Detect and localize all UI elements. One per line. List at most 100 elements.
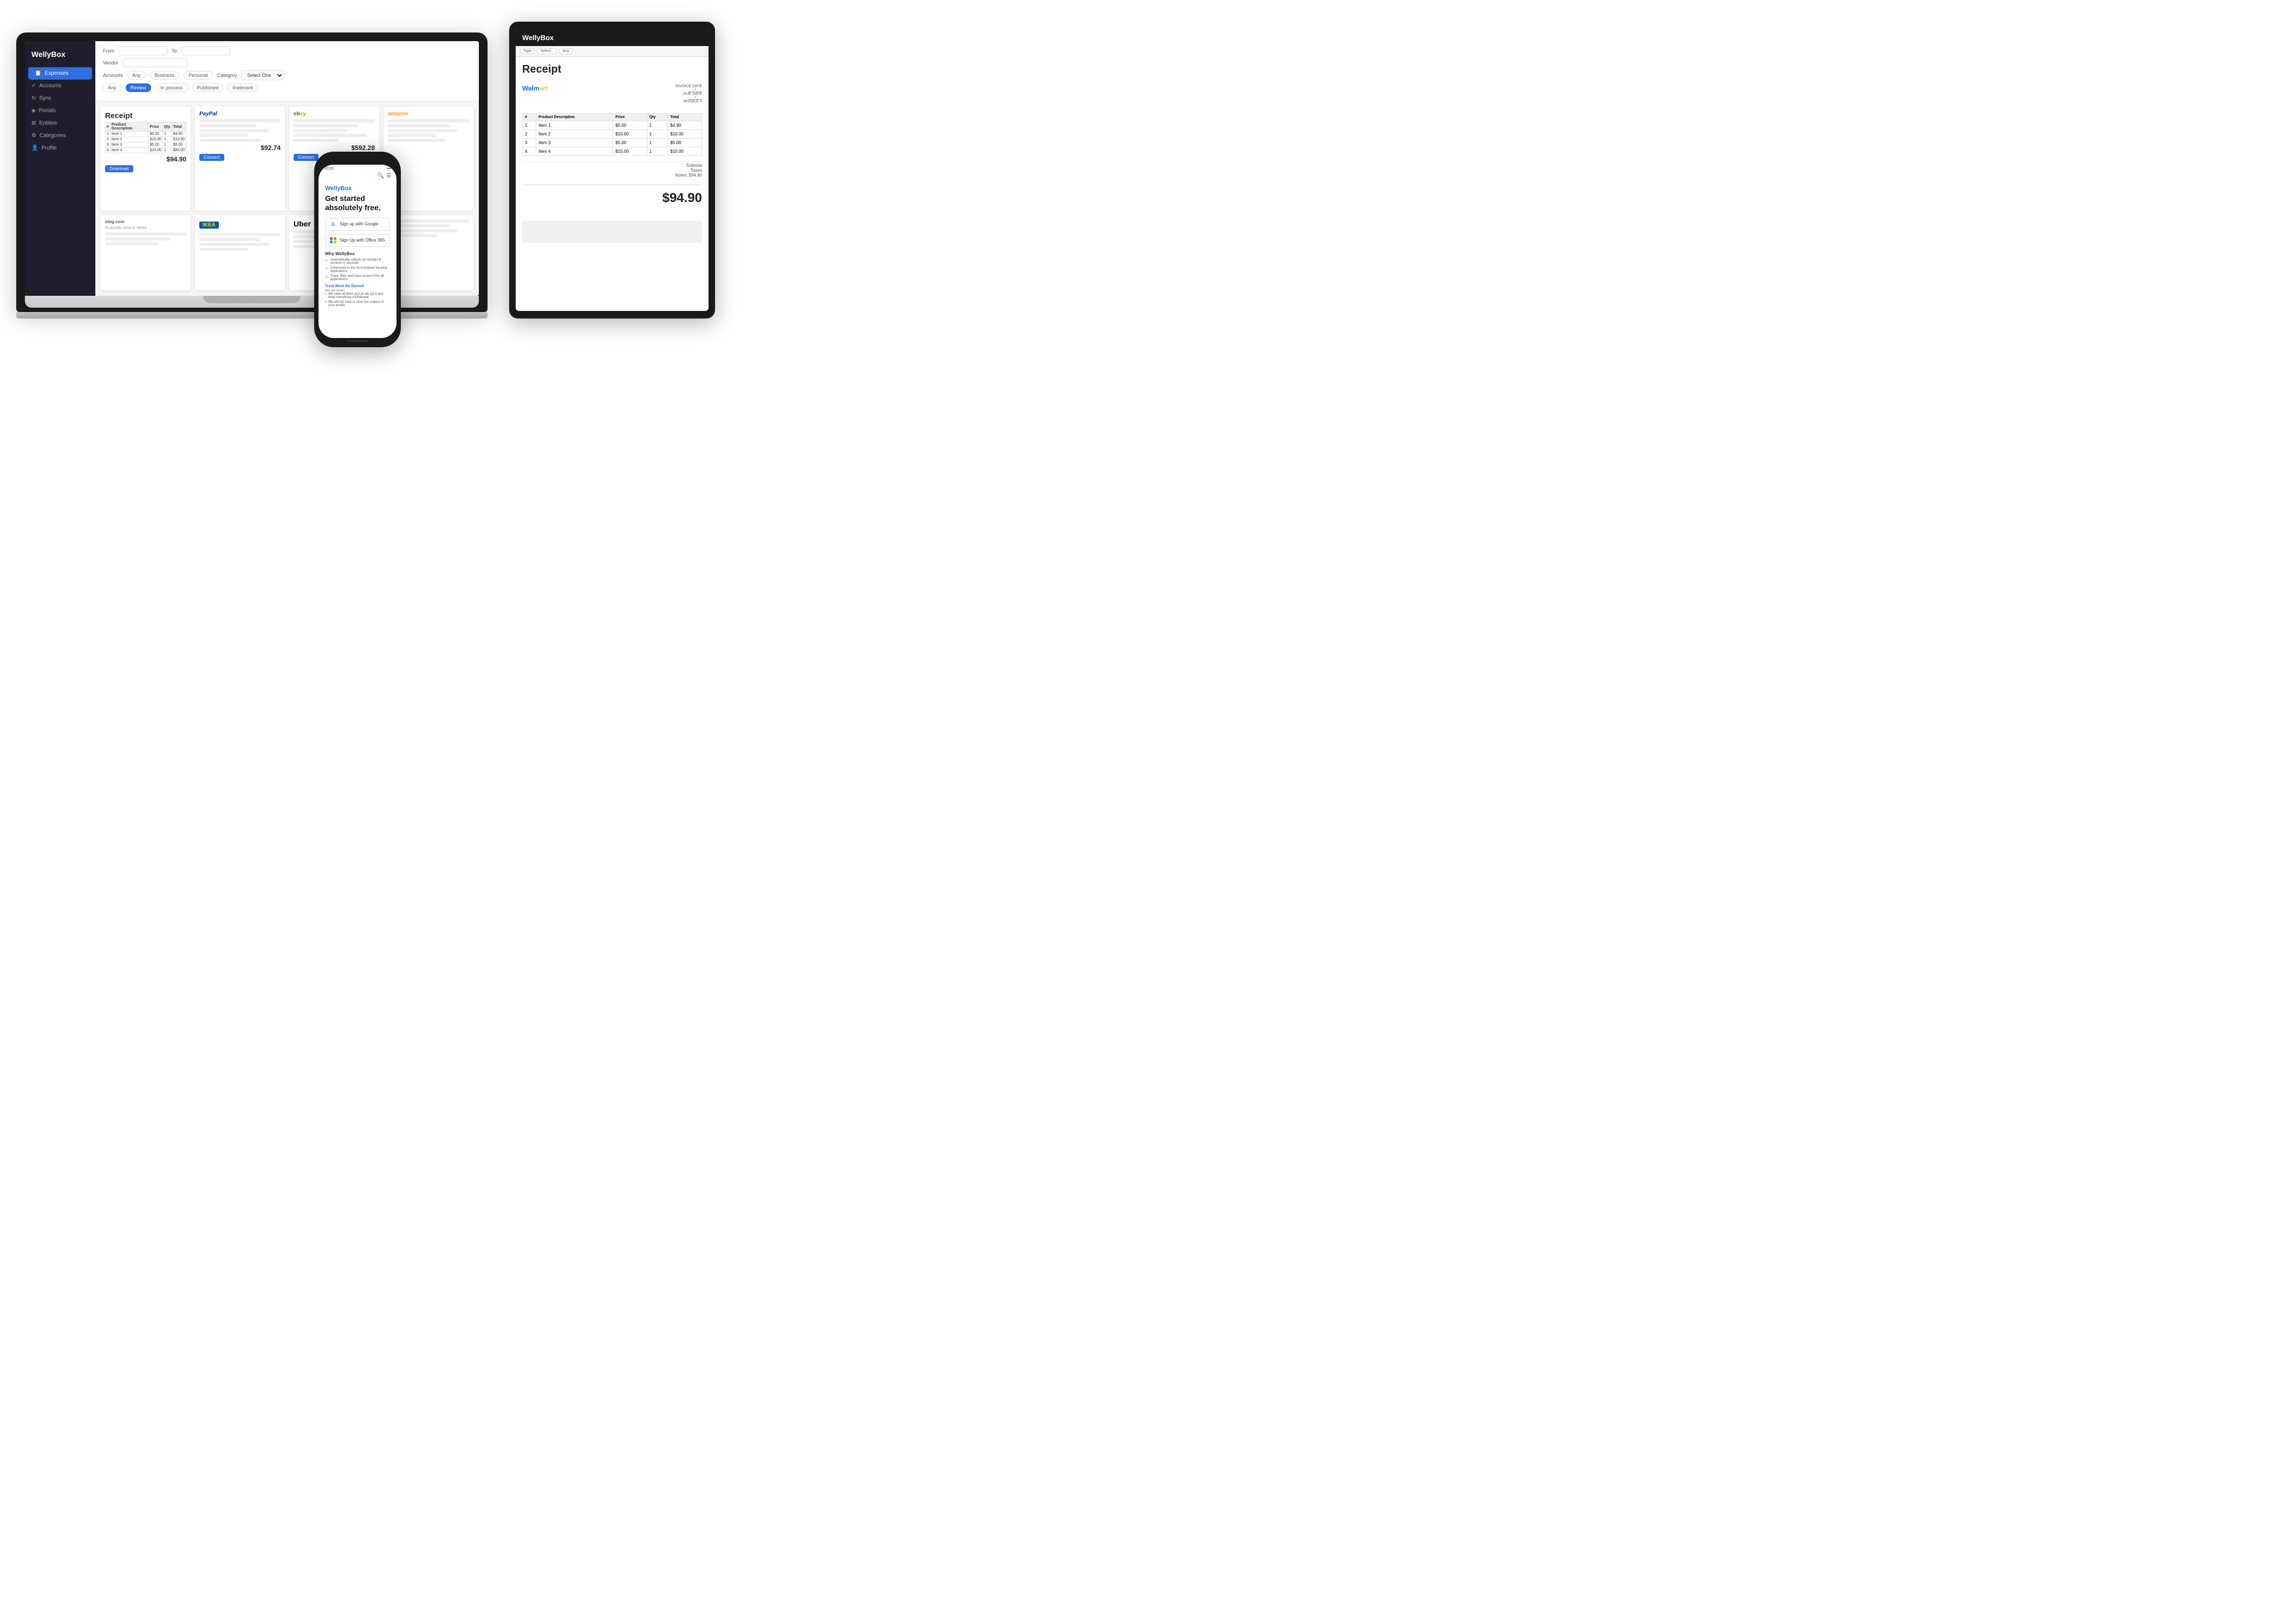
table-row: 4Item 4$15.001$80.00 [106,148,186,153]
sidebar-item-expenses[interactable]: 📋 Expenses [28,67,92,80]
paypal-connect-btn[interactable]: Connect [199,154,224,161]
expenses-icon: 📋 [35,70,41,76]
laptop-main-content: From To Vendor Accounts Any Business Per… [95,41,479,296]
table-row: 2Item 2$10.001$10.00 [106,137,186,142]
invoice-meta: INVOICE DATE ___/___ DUE DATE ___/___ IN… [675,85,702,103]
receipts-grid: Receipt # Product Description Price Qty … [95,101,479,296]
tablet-logo-row: Walmart INVOICE DATE ___/___ DUE DATE __… [522,85,702,103]
laptop-screen-inner: WellyBox 📋 Expenses ✓ Accounts ↻ Sync ◈ … [25,41,479,296]
filter-row-status: Any Review In process Published Irreleva… [103,83,471,92]
phone-home-bar [347,340,368,342]
receipt-title: Receipt [105,111,186,120]
categories-icon: ⚙ [31,133,36,139]
tablet-big-total: $94.90 [522,184,702,211]
feature-item-1: ✓ Automatically collects all receipts & … [325,258,390,265]
phone-search-icon[interactable]: 🔍 [378,173,384,179]
laptop-base [25,296,479,308]
col-desc: Product Description [110,122,148,132]
type-business-btn[interactable]: Business [150,71,180,80]
laptop-device: WellyBox 📋 Expenses ✓ Accounts ↻ Sync ◈ … [16,33,488,319]
tablet-receipt-title: Receipt [522,63,702,76]
tab-col-total: Total [668,114,702,121]
sidebar-item-profile[interactable]: 👤 Profile [25,142,95,154]
receipt-card-paypal: PayPal $92.74 Connect [195,107,285,211]
filter-bar: From To Vendor Accounts Any Business Per… [95,41,479,101]
due-date-label: DUE DATE [675,92,702,96]
notes-label: Notes: $94.90 [522,173,702,178]
tablet-receipt-table: # Product Description Price Qty Total 1I… [522,113,702,156]
filter-row-vendor: Vendor [103,59,471,67]
vendor-input[interactable] [123,59,188,67]
table-row: 4Item 4$15.001$10.00 [523,147,702,156]
tablet-receipt-area: Receipt Walmart INVOICE DATE ___/___ DUE… [516,57,709,249]
sidebar-item-accounts[interactable]: ✓ Accounts [25,80,95,92]
google-signup-btn[interactable]: G Sign up with Google [325,218,390,231]
tablet-filter-any[interactable]: Any [559,48,572,54]
receipt-card-ikea: IKEA [195,215,285,290]
table-row: 2Item 2$10.001$10.00 [523,130,702,139]
sync-icon: ↻ [31,95,36,101]
status-review-btn[interactable]: Review [126,83,152,92]
filter-row-accounts: Accounts Any Business Personal Category … [103,70,471,80]
phone-status-bar: 10:10 ▪▪▪ [319,165,397,173]
tab-col-qty: Qty [647,114,668,121]
laptop-foot [16,312,488,319]
phone-signal-icons: ▪▪▪ [387,167,391,171]
laptop-screen-outer: WellyBox 📋 Expenses ✓ Accounts ↻ Sync ◈ … [16,33,488,312]
table-row: 3Item 3$5.001$5.00 [106,142,186,148]
taxes-label: Taxes [522,168,702,173]
tablet-filter-row: Type Select... Any [516,46,709,57]
phone-tagline: Get startedabsolutely free. [325,194,390,212]
phone-time: 10:10 [324,167,334,171]
ebay-logo: ebay [294,111,375,117]
portals-icon: ◈ [31,108,36,114]
tab-col-desc: Product Description [536,114,613,121]
vendor-label: Vendor [103,60,119,66]
type-personal-btn[interactable]: Personal [184,71,213,80]
tablet-outer: WellyBox Type Select... Any Receipt Walm… [509,22,715,319]
office365-signup-btn[interactable]: Sign Up with Office 365 [325,234,390,247]
phone-brand-label: WellyBox [325,185,390,192]
accounts-label: Accounts [103,73,123,78]
phone-content: WellyBox Get startedabsolutely free. G S… [319,180,397,314]
trust-item-1: • We save all items just as we got it an… [325,293,390,299]
from-date-input[interactable] [119,47,167,55]
profile-icon: 👤 [31,145,38,151]
phone-device: 10:10 ▪▪▪ 🔍 ☰ WellyBox Get startedabsolu… [314,152,401,347]
tablet-gray-section [522,221,702,243]
status-any-btn[interactable]: Any [103,83,121,92]
tablet-filter-select[interactable]: Select... [537,48,557,54]
check-icon-2: ✓ [325,267,328,271]
check-icon-1: ✓ [325,258,328,263]
trust-item-2: • We will not read or store the subject … [325,301,390,307]
to-date-input[interactable] [181,47,230,55]
tablet-device: WellyBox Type Select... Any Receipt Walm… [509,22,715,319]
sidebar-item-categories[interactable]: ⚙ Categories [25,129,95,142]
tablet-subtotal: Subtotal Taxes Notes: $94.90 [522,161,702,179]
to-label: To [172,48,177,54]
invoice-date-label: INVOICE DATE [675,85,702,88]
status-inprocess-btn[interactable]: In process [155,83,188,92]
col-num: # [106,122,111,132]
category-select[interactable]: Select One [241,70,284,80]
sidebar-item-portals[interactable]: ◈ Portals [25,105,95,117]
phone-notch [344,157,371,163]
laptop-sidebar: WellyBox 📋 Expenses ✓ Accounts ↻ Sync ◈ … [25,41,95,296]
tablet-filter-type[interactable]: Type [520,48,535,54]
why-wellybox-title: Why WellyBox [325,251,390,256]
download-button[interactable]: Download [105,165,133,172]
status-published-btn[interactable]: Published [192,83,224,92]
receipt-card-ning: ning.com PLACING SPACE HERE [101,215,191,290]
phone-menu-icon[interactable]: ☰ [386,173,391,179]
receipt-card-1: Receipt # Product Description Price Qty … [101,107,191,211]
table-row: 1Item 1$5.001$4.90 [106,132,186,137]
feature-text-1: Automatically collects all receipts & in… [330,258,390,265]
accounts-icon: ✓ [31,83,36,89]
paypal-total: $92.74 [199,144,281,152]
sidebar-item-sync[interactable]: ↻ Sync [25,92,95,105]
amazon-logo: amazon [388,111,469,117]
status-irrelevant-btn[interactable]: Irrelevant [228,83,258,92]
sidebar-item-entities[interactable]: ⊞ Entities [25,117,95,129]
microsoft-icon [330,237,336,244]
type-any-btn[interactable]: Any [127,71,146,80]
